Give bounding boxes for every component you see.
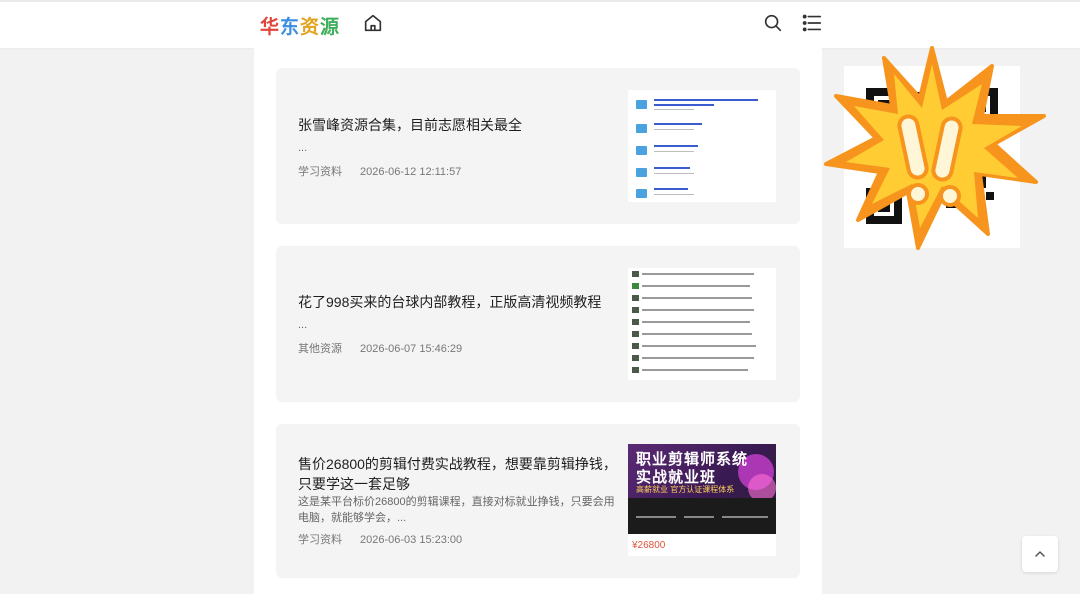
post-date: 2026-06-03 15:23:00	[360, 534, 463, 546]
file-row	[632, 270, 772, 279]
file-row	[632, 294, 772, 303]
post-date: 2026-06-12 12:11:57	[360, 166, 462, 178]
video-timeline	[628, 498, 776, 534]
back-to-top-button[interactable]	[1022, 536, 1058, 572]
folder-row	[636, 166, 766, 182]
post-card[interactable]: 售价26800的剪辑付费实战教程，想要靠剪辑挣钱，只要学这一套足够 这是某平台标…	[276, 424, 800, 578]
post-meta: 其他资源 2026-06-07 15:46:29	[298, 340, 462, 356]
post-thumbnail[interactable]	[628, 90, 776, 202]
top-nav-bar: 华东资源	[0, 0, 1080, 48]
file-row	[632, 354, 772, 363]
post-excerpt: ...	[298, 319, 308, 331]
post-card[interactable]: 张雪峰资源合集，目前志愿相关最全 ... 学习资料 2026-06-12 12:1…	[276, 68, 800, 224]
post-thumbnail[interactable]	[628, 268, 776, 380]
folder-row	[636, 144, 766, 160]
post-title[interactable]: 张雪峰资源合集，目前志愿相关最全	[298, 115, 618, 135]
file-row	[632, 318, 772, 327]
course-poster-image: 职业剪辑师系统 实战就业班 高薪就业 官方认证课程体系	[628, 444, 776, 534]
file-row	[632, 330, 772, 339]
price-label: ¥26800	[632, 540, 666, 551]
menu-list-icon[interactable]	[801, 12, 823, 34]
folder-row	[636, 122, 766, 138]
post-meta: 学习资料 2026-06-03 15:23:00	[298, 531, 462, 547]
file-row	[632, 342, 772, 351]
qr-code-image	[866, 88, 998, 224]
post-category[interactable]: 其他资源	[298, 343, 342, 355]
file-row	[632, 366, 772, 375]
logo-char-2: 东	[280, 16, 301, 38]
logo-char-1: 华	[260, 16, 281, 38]
file-row	[632, 306, 772, 315]
post-excerpt: 这是某平台标价26800的剪辑课程，直接对标就业挣钱，只要会用电脑，就能够学会，…	[298, 496, 615, 524]
logo-char-4: 源	[320, 16, 341, 38]
post-title[interactable]: 花了998买来的台球内部教程，正版高清视频教程	[298, 292, 618, 312]
post-title[interactable]: 售价26800的剪辑付费实战教程，想要靠剪辑挣钱，只要学这一套足够	[298, 454, 618, 494]
post-excerpt: ...	[298, 142, 308, 154]
folder-row	[636, 187, 766, 202]
post-list: 张雪峰资源合集，目前志愿相关最全 ... 学习资料 2026-06-12 12:1…	[254, 46, 822, 594]
post-date: 2026-06-07 15:46:29	[360, 343, 463, 355]
post-thumbnail[interactable]: 职业剪辑师系统 实战就业班 高薪就业 官方认证课程体系 ¥26800	[628, 444, 776, 556]
folder-row	[636, 98, 766, 114]
file-row	[632, 282, 772, 291]
post-meta: 学习资料 2026-06-12 12:11:57	[298, 163, 461, 179]
home-icon[interactable]	[362, 12, 384, 34]
post-category[interactable]: 学习资料	[298, 534, 342, 546]
chevron-up-icon	[1035, 551, 1045, 557]
poster-tagline: 高薪就业 官方认证课程体系	[636, 485, 735, 494]
logo-char-3: 资	[300, 16, 321, 38]
search-icon[interactable]	[762, 12, 784, 34]
post-category[interactable]: 学习资料	[298, 166, 342, 178]
site-logo[interactable]: 华东资源	[260, 12, 340, 39]
qr-code-widget	[844, 66, 1020, 248]
post-card[interactable]: 花了998买来的台球内部教程，正版高清视频教程 ... 其他资源 2026-06-…	[276, 246, 800, 402]
